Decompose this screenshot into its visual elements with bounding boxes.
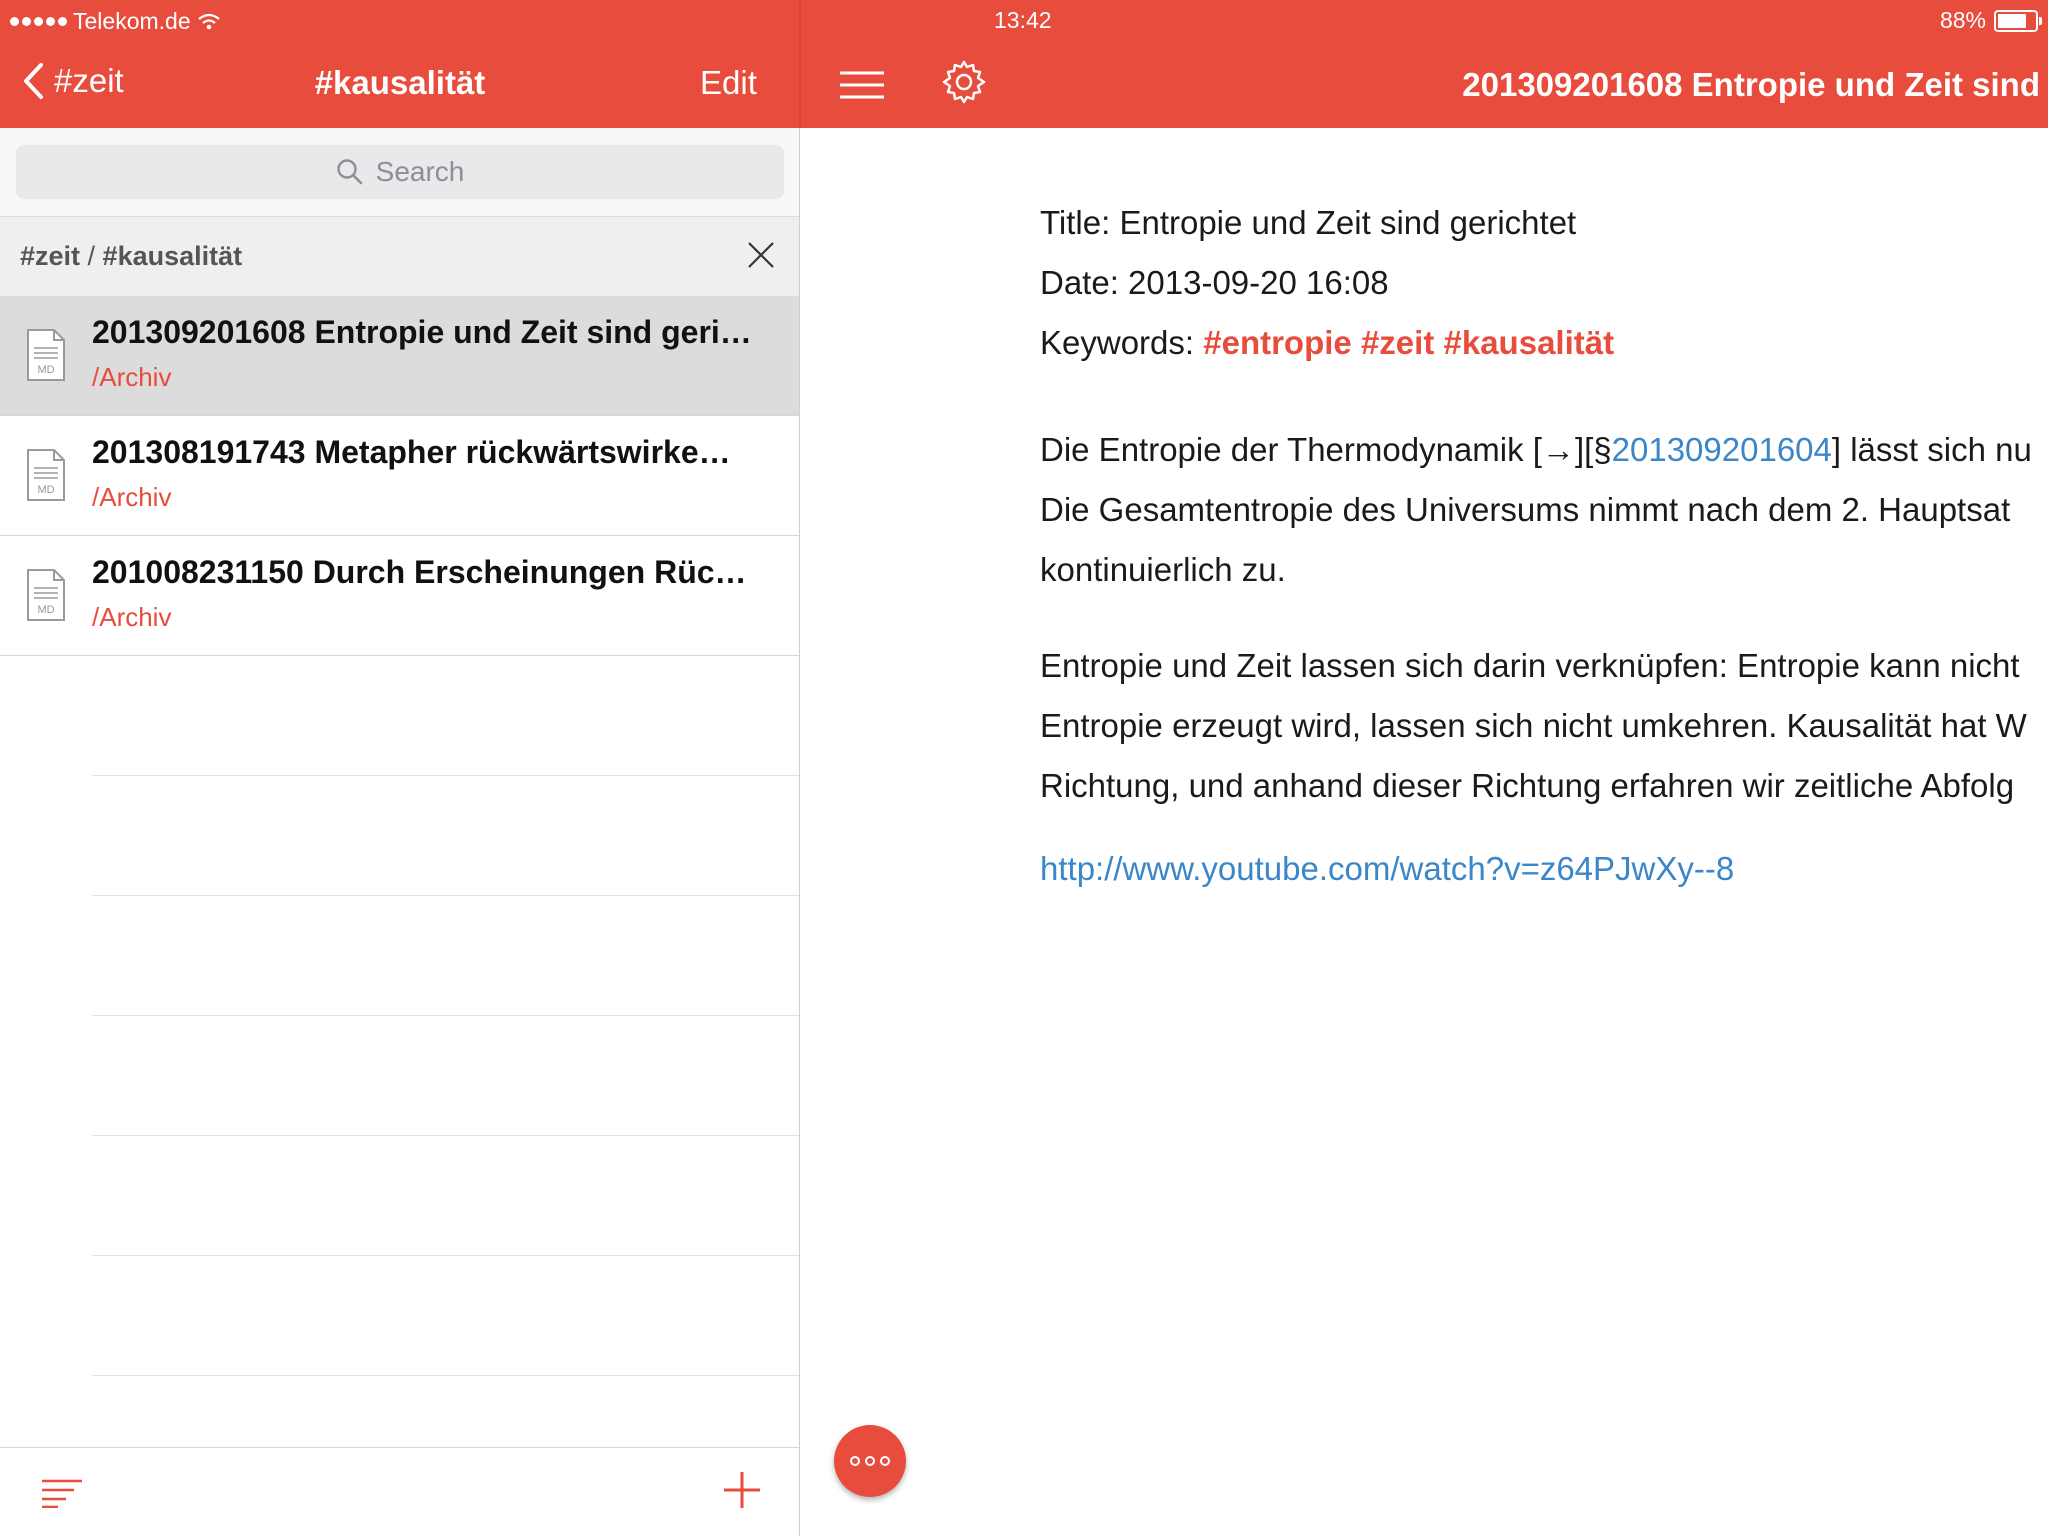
search-placeholder: Search (375, 156, 465, 187)
note-title: 201308191743 Metapher rückwärtswirke… (92, 434, 731, 470)
note-title: 201309201608 Entropie und Zeit sind geri… (92, 314, 752, 350)
carrier-label: Telekom.de (73, 8, 191, 34)
filter-bar: #zeit / #kausalität (0, 216, 799, 298)
paragraph-1: Die Entropie der Thermodynamik [→][§2013… (1040, 420, 2048, 600)
note-editor[interactable]: Title: Entropie und Zeit sind gerichtet … (800, 128, 2048, 1536)
meta-keywords: Keywords: #entropie #zeit #kausalität (1040, 324, 2048, 384)
para-line: Entropie erzeugt wird, lassen sich nicht… (1040, 707, 2027, 744)
status-battery: 88% (1939, 7, 2042, 34)
status-time: 13:42 (994, 7, 1052, 33)
search-input[interactable]: Search (16, 145, 784, 199)
para-line: Richtung, und anhand dieser Richtung erf… (1040, 767, 2015, 804)
para-line: Entropie und Zeit lassen sich darin verk… (1040, 647, 2020, 684)
markdown-file-icon: MD (27, 569, 65, 621)
battery-label: 88% (1939, 7, 1986, 33)
status-carrier: Telekom.de (10, 8, 221, 35)
note-row[interactable]: MD 201308191743 Metapher rückwärtswirke…… (0, 416, 799, 536)
para-text: ] lässt sich nu (1831, 431, 2032, 468)
keyword-tag[interactable]: #kausalität (1444, 324, 1615, 361)
empty-list-row (92, 656, 799, 776)
paragraph-2: Entropie und Zeit lassen sich darin verk… (1040, 636, 2048, 816)
filter-separator: / (80, 241, 103, 271)
empty-list-row (92, 896, 799, 1016)
empty-list-row (92, 1016, 799, 1136)
document-body: Title: Entropie und Zeit sind gerichtet … (1040, 204, 2048, 888)
keywords-label: Keywords: (1040, 324, 1204, 361)
sidebar-toolbar (0, 1447, 799, 1537)
close-icon[interactable] (745, 239, 777, 271)
filter-path: #zeit / #kausalität (20, 241, 242, 272)
empty-list-row (92, 1256, 799, 1376)
note-list: MD 201309201608 Entropie und Zeit sind g… (0, 296, 799, 1496)
edit-button[interactable]: Edit (700, 64, 757, 102)
note-path: /Archiv (92, 482, 172, 512)
keyword-tag[interactable]: #entropie (1203, 324, 1352, 361)
markdown-file-icon: MD (27, 329, 65, 381)
document-title: 201309201608 Entropie und Zeit sind (1462, 66, 2040, 103)
more-icon (850, 1456, 860, 1466)
para-line: kontinuierlich zu. (1040, 551, 1286, 588)
note-path: /Archiv (92, 362, 172, 392)
meta-title: Title: Entropie und Zeit sind gerichtet (1040, 204, 1577, 241)
battery-icon (1994, 9, 2042, 32)
wifi-icon (197, 13, 220, 29)
md-icon-label: MD (37, 604, 54, 616)
markdown-file-icon: MD (27, 449, 65, 501)
plus-icon[interactable] (722, 1470, 762, 1510)
note-sidebar: Search #zeit / #kausalität MD 2013092016… (0, 128, 799, 1537)
url-link[interactable]: http://www.youtube.com/watch?v=z64PJwXy-… (1040, 850, 2048, 888)
note-path: /Archiv (92, 602, 172, 632)
more-button[interactable] (834, 1425, 906, 1497)
filter-tag-a: #zeit (20, 241, 81, 271)
note-row[interactable]: MD 201008231150 Durch Erscheinungen Rüc…… (0, 536, 799, 656)
meta-date: Date: 2013-09-20 16:08 (1040, 264, 1389, 301)
filter-tag-b: #kausalität (102, 241, 243, 271)
md-icon-label: MD (37, 484, 54, 496)
empty-list-row (92, 776, 799, 896)
search-area: Search (0, 128, 799, 216)
empty-list-row (92, 1136, 799, 1256)
more-icon (880, 1456, 890, 1466)
sort-icon[interactable] (40, 1478, 84, 1508)
para-line: Die Entropie der Thermodynamik [→][§2013… (1040, 420, 2048, 480)
para-text: Die Entropie der Thermodynamik [→][§ (1040, 431, 1612, 468)
more-icon (865, 1456, 875, 1466)
signal-icon (10, 17, 67, 26)
magnifier-icon (336, 159, 362, 185)
keyword-tag[interactable]: #zeit (1361, 324, 1434, 361)
note-row[interactable]: MD 201309201608 Entropie und Zeit sind g… (0, 296, 799, 416)
pane-divider (799, 0, 801, 128)
md-icon-label: MD (37, 364, 54, 376)
para-line: Die Gesamtentropie des Universums nimmt … (1040, 491, 2011, 528)
note-link[interactable]: 201309201604 (1612, 431, 1832, 468)
list-title: #kausalität (314, 64, 486, 101)
gear-icon[interactable] (940, 58, 988, 106)
top-bar: Telekom.de 13:42 88% #zeit #kausalität E… (0, 0, 2048, 128)
hamburger-icon[interactable] (838, 70, 886, 100)
note-title: 201008231150 Durch Erscheinungen Rüc… (92, 554, 747, 590)
